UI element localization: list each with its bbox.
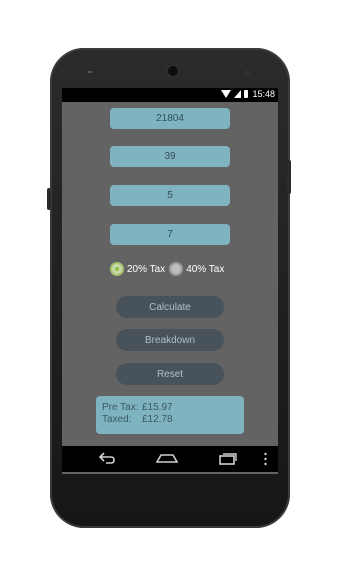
front-camera <box>168 66 178 76</box>
hours-input[interactable]: 39 <box>110 146 230 167</box>
battery-icon <box>244 90 248 98</box>
back-icon[interactable] <box>98 451 116 465</box>
extra-input[interactable]: 7 <box>110 224 230 245</box>
recent-apps-icon[interactable] <box>218 452 238 466</box>
taxed-value: £12.78 <box>142 414 173 425</box>
app-screen: 15:48 21804 39 5 7 20% Tax 40% Tax Calcu… <box>62 88 278 474</box>
tax-20-label[interactable]: 20% Tax <box>127 264 165 275</box>
breakdown-button[interactable]: Breakdown <box>116 329 224 351</box>
menu-icon[interactable] <box>264 452 267 466</box>
result-panel: Pre Tax: £15.97 Taxed: £12.78 <box>96 396 244 434</box>
phone-frame: 15:48 21804 39 5 7 20% Tax 40% Tax Calcu… <box>47 48 291 528</box>
status-bar: 15:48 <box>62 88 278 102</box>
pre-tax-value: £15.97 <box>142 402 173 413</box>
tax-40-label[interactable]: 40% Tax <box>186 264 224 275</box>
status-time: 15:48 <box>252 89 275 99</box>
wifi-icon <box>221 90 231 98</box>
home-icon[interactable] <box>155 452 179 464</box>
amount-input[interactable]: 21804 <box>110 108 230 129</box>
reset-button[interactable]: Reset <box>116 363 224 385</box>
proximity-sensor <box>88 71 92 73</box>
taxed-label: Taxed: <box>102 414 132 425</box>
pre-tax-label: Pre Tax: <box>102 402 139 413</box>
tax-20-radio[interactable] <box>110 262 124 276</box>
light-sensor <box>245 70 250 75</box>
calculate-button[interactable]: Calculate <box>116 296 224 318</box>
volume-button <box>47 188 51 210</box>
taxed-row: Taxed: £12.78 <box>102 414 238 426</box>
tax-40-radio[interactable] <box>169 262 184 276</box>
tax-rate-radio-group: 20% Tax 40% Tax <box>110 262 228 276</box>
signal-icon <box>234 90 241 98</box>
days-input[interactable]: 5 <box>110 185 230 206</box>
power-button <box>287 160 291 194</box>
navigation-bar <box>62 446 278 472</box>
status-icons <box>221 90 248 98</box>
pre-tax-row: Pre Tax: £15.97 <box>102 402 238 414</box>
